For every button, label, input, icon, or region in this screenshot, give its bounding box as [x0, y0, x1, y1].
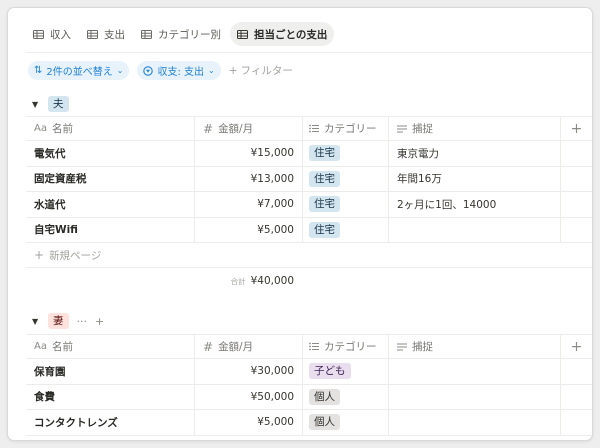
text-property-icon: Aa	[34, 341, 47, 352]
add-row-icon[interactable]: +	[95, 315, 104, 328]
tab-by-category[interactable]: カテゴリー別	[134, 22, 228, 46]
chevron-down-icon: ⌄	[116, 66, 124, 75]
category-tag: 住宅	[309, 145, 340, 162]
category-tag: 住宅	[309, 196, 340, 213]
column-header-name[interactable]: Aa 名前	[26, 117, 194, 140]
row-amount: ¥5,000	[257, 223, 294, 236]
add-filter-label: フィルター	[240, 65, 293, 77]
group-header-husband[interactable]: ▼ 夫	[32, 95, 69, 113]
chevron-down-icon: ⌄	[208, 66, 215, 75]
column-header-amount[interactable]: # 金額/月	[194, 335, 302, 358]
list-icon	[309, 342, 319, 351]
column-header-memo[interactable]: 捕捉	[388, 335, 560, 358]
hash-icon: #	[203, 121, 214, 136]
tab-by-owner[interactable]: 担当ごとの支出	[230, 22, 335, 46]
plus-icon: +	[570, 338, 583, 355]
row-memo: 東京電力	[397, 147, 439, 160]
row-name: 水道代	[34, 198, 66, 211]
toggle-triangle-icon[interactable]: ▼	[32, 100, 40, 109]
row-amount: ¥13,000	[250, 172, 294, 185]
row-name: 保育園	[34, 365, 66, 378]
filter-circle-icon	[143, 65, 154, 76]
table-row[interactable]: 電気代 ¥15,000 住宅 東京電力	[26, 141, 592, 167]
table-row[interactable]: 自宅Wifi ¥5,000 住宅	[26, 217, 592, 243]
plus-icon: +	[228, 64, 238, 77]
filter-button[interactable]: 収支: 支出 ⌄	[137, 61, 221, 80]
tab-income[interactable]: 収入	[26, 22, 78, 46]
row-amount: ¥7,000	[257, 198, 294, 211]
row-amount: ¥50,000	[250, 390, 294, 403]
category-tag: 個人	[309, 414, 340, 431]
category-tag: 個人	[309, 388, 340, 405]
tab-label: 収入	[50, 28, 71, 41]
tab-label: 支出	[104, 28, 125, 41]
table-header: Aa 名前 # 金額/月 カテゴリー 捕捉 +	[26, 334, 592, 359]
plus-icon: +	[34, 248, 45, 262]
row-name: 電気代	[34, 147, 66, 160]
view-tabs: 収入 支出 カテゴリー別 担当ごとの支出	[26, 22, 335, 46]
category-tag: 子ども	[309, 363, 351, 380]
row-amount: ¥15,000	[250, 147, 294, 160]
row-amount: ¥5,000	[257, 416, 294, 429]
plus-icon: +	[570, 120, 583, 137]
filter-bar: ⇅ 2件の並べ替え ⌄ 収支: 支出 ⌄ + フィルター	[28, 61, 293, 80]
column-header-memo[interactable]: 捕捉	[388, 117, 560, 140]
hash-icon: #	[203, 339, 214, 354]
column-header-category[interactable]: カテゴリー	[302, 117, 388, 140]
add-filter-button[interactable]: + フィルター	[229, 63, 293, 78]
sum-cell[interactable]: 合計 ¥40,000	[194, 268, 302, 294]
table-row[interactable]: コンタクトレンズ ¥5,000 個人	[26, 410, 592, 436]
sort-label: 2件の並べ替え	[46, 67, 113, 78]
sum-value: ¥40,000	[250, 275, 294, 287]
group-tag: 妻	[48, 313, 69, 329]
add-column-button[interactable]: +	[560, 117, 592, 140]
sort-arrows-icon: ⇅	[34, 65, 43, 76]
row-memo: 年間16万	[397, 173, 442, 186]
more-options-icon[interactable]: ···	[77, 315, 88, 328]
table-row[interactable]: 食費 ¥50,000 個人	[26, 384, 592, 410]
group-table-husband: Aa 名前 # 金額/月 カテゴリー 捕捉 + 電気代 ¥15,000 住宅 東…	[26, 116, 592, 294]
row-name: 固定資産税	[34, 173, 87, 186]
new-page-row[interactable]: + 新規ページ	[26, 243, 592, 268]
text-lines-icon	[397, 343, 407, 350]
sum-label: 合計	[230, 276, 246, 286]
row-amount: ¥30,000	[250, 365, 294, 378]
table-icon	[237, 29, 248, 39]
table-row[interactable]: 固定資産税 ¥13,000 住宅 年間16万	[26, 166, 592, 192]
column-header-amount[interactable]: # 金額/月	[194, 117, 302, 140]
table-header: Aa 名前 # 金額/月 カテゴリー 捕捉 +	[26, 116, 592, 141]
row-memo: 2ヶ月に1回、14000	[397, 198, 497, 211]
new-page-label: 新規ページ	[49, 249, 102, 262]
table-icon	[141, 29, 152, 39]
tab-expense[interactable]: 支出	[80, 22, 132, 46]
column-header-category[interactable]: カテゴリー	[302, 335, 388, 358]
row-name: 自宅Wifi	[34, 224, 78, 237]
column-header-name[interactable]: Aa 名前	[26, 335, 194, 358]
database-view: 収入 支出 カテゴリー別 担当ごとの支出 ⇅ 2件の並べ替え ⌄ 収支: 支出 …	[8, 8, 592, 440]
table-icon	[33, 29, 44, 39]
group-table-wife: Aa 名前 # 金額/月 カテゴリー 捕捉 + 保育園 ¥30,000 子ども	[26, 334, 592, 436]
text-property-icon: Aa	[34, 123, 47, 134]
filter-label: 収支: 支出	[157, 67, 205, 78]
category-tag: 住宅	[309, 170, 340, 187]
table-icon	[87, 29, 98, 39]
tab-label: 担当ごとの支出	[254, 28, 328, 41]
list-icon	[309, 124, 319, 133]
text-lines-icon	[397, 125, 407, 132]
table-row[interactable]: 保育園 ¥30,000 子ども	[26, 359, 592, 385]
add-column-button[interactable]: +	[560, 335, 592, 358]
calculation-row: 合計 ¥40,000	[26, 268, 592, 294]
group-header-wife[interactable]: ▼ 妻 ··· +	[32, 312, 104, 330]
divider	[26, 52, 592, 53]
table-row[interactable]: 水道代 ¥7,000 住宅 2ヶ月に1回、14000	[26, 192, 592, 218]
row-name: 食費	[34, 391, 55, 404]
row-name: コンタクトレンズ	[34, 416, 118, 429]
tab-label: カテゴリー別	[158, 28, 221, 41]
toggle-triangle-icon[interactable]: ▼	[32, 317, 40, 326]
sort-button[interactable]: ⇅ 2件の並べ替え ⌄	[28, 61, 130, 80]
category-tag: 住宅	[309, 221, 340, 238]
group-tag: 夫	[48, 96, 69, 112]
